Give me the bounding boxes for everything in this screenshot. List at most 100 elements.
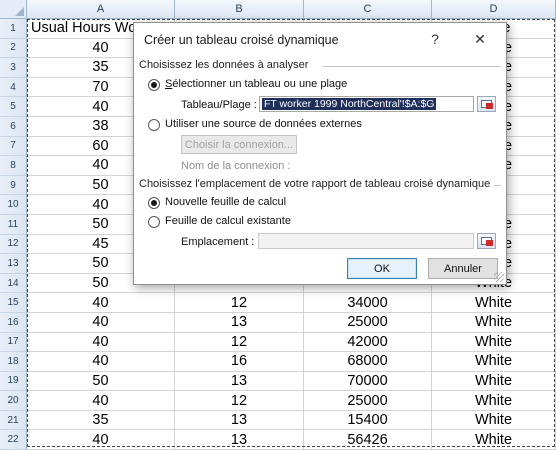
cell-d[interactable]: White — [432, 352, 556, 372]
cell-c[interactable]: 70000 — [304, 371, 432, 392]
location-input[interactable] — [258, 233, 474, 249]
cell-c[interactable]: 68000 — [304, 352, 432, 372]
row-header[interactable]: 10 — [0, 195, 27, 215]
help-button[interactable]: ? — [424, 29, 446, 49]
column-header-b[interactable]: B — [175, 0, 304, 19]
row-header[interactable]: 14 — [0, 273, 27, 294]
cell-d[interactable]: White — [432, 371, 556, 392]
cell-a[interactable]: 40 — [27, 332, 175, 353]
existing-worksheet-radio[interactable] — [148, 216, 160, 228]
new-worksheet-radio[interactable] — [148, 197, 160, 209]
data-source-heading: Choisissez les données à analyser — [139, 59, 309, 71]
cancel-button[interactable]: Annuler — [428, 258, 498, 279]
cell-a[interactable]: 40 — [27, 391, 175, 411]
cell-c[interactable]: 25000 — [304, 312, 432, 333]
table-row: 22 40 13 56426 White — [0, 430, 556, 450]
resize-grip[interactable] — [494, 272, 504, 282]
cell-b[interactable]: 13 — [175, 371, 304, 392]
section-divider — [322, 66, 501, 67]
existing-worksheet-label[interactable]: Feuille de calcul existante — [165, 215, 291, 227]
row-header[interactable]: 1 — [0, 19, 27, 39]
table-row: 15 40 12 34000 White — [0, 293, 556, 313]
cell-c[interactable]: 34000 — [304, 293, 432, 313]
table-row: 20 40 12 25000 White — [0, 391, 556, 411]
cell-b[interactable]: 13 — [175, 430, 304, 450]
column-header-a[interactable]: A — [27, 0, 175, 19]
range-input[interactable]: FT worker 1999 NorthCentral'!$A:$G — [259, 96, 474, 112]
cell-a[interactable]: 40 — [27, 312, 175, 333]
collapse-dialog-icon-marker — [486, 240, 493, 246]
cell-b[interactable]: 12 — [175, 332, 304, 353]
cell-c[interactable]: 56426 — [304, 430, 432, 450]
range-input-value: FT worker 1999 NorthCentral'!$A:$G — [262, 98, 437, 110]
row-header[interactable]: 7 — [0, 136, 27, 157]
row-header[interactable]: 2 — [0, 38, 27, 59]
select-table-label[interactable]: Sélectionner un tableau ou une plage — [165, 78, 347, 90]
cell-a[interactable]: 40 — [27, 430, 175, 450]
column-headers: A B C D — [27, 0, 556, 19]
external-source-radio[interactable] — [148, 119, 160, 131]
select-table-radio[interactable] — [148, 79, 160, 91]
range-label: Tableau/Plage : — [181, 99, 257, 111]
cell-b[interactable]: 12 — [175, 293, 304, 313]
table-row: 18 40 16 68000 White — [0, 352, 556, 372]
cell-a[interactable]: 50 — [27, 371, 175, 392]
create-pivottable-dialog: Créer un tableau croisé dynamique ? ✕ Ch… — [133, 22, 507, 285]
location-ref-button[interactable] — [477, 233, 496, 249]
row-header[interactable]: 20 — [0, 391, 27, 411]
cell-a[interactable]: 40 — [27, 293, 175, 313]
table-row: 21 35 13 15400 White — [0, 410, 556, 431]
cell-b[interactable]: 12 — [175, 391, 304, 411]
column-header-d[interactable]: D — [432, 0, 556, 19]
destination-heading: Choisissez l'emplacement de votre rappor… — [139, 178, 491, 190]
row-header[interactable]: 22 — [0, 430, 27, 450]
row-header[interactable]: 4 — [0, 77, 27, 98]
cell-a[interactable]: 35 — [27, 410, 175, 431]
cell-c[interactable]: 42000 — [304, 332, 432, 353]
row-header[interactable]: 21 — [0, 410, 27, 431]
column-header-c[interactable]: C — [304, 0, 432, 19]
row-header[interactable]: 18 — [0, 352, 27, 372]
row-header[interactable]: 11 — [0, 214, 27, 235]
cell-d[interactable]: White — [432, 410, 556, 431]
select-table-label-rest: électionner un tableau ou une plage — [172, 78, 348, 90]
dialog-titlebar[interactable]: Créer un tableau croisé dynamique ? ✕ — [134, 23, 506, 56]
new-worksheet-label[interactable]: Nouvelle feuille de calcul — [165, 196, 286, 208]
table-row: 19 50 13 70000 White — [0, 371, 556, 392]
row-header[interactable]: 3 — [0, 58, 27, 78]
range-ref-button[interactable] — [477, 96, 496, 112]
cell-d[interactable]: White — [432, 391, 556, 411]
cell-b[interactable]: 16 — [175, 352, 304, 372]
destination-section: Choisissez l'emplacement de votre rappor… — [139, 178, 501, 190]
row-header[interactable]: 16 — [0, 312, 27, 333]
section-divider — [494, 185, 501, 186]
row-header[interactable]: 12 — [0, 234, 27, 255]
row-header[interactable]: 17 — [0, 332, 27, 353]
external-source-label[interactable]: Utiliser une source de données externes — [165, 118, 362, 130]
cell-b[interactable]: 13 — [175, 410, 304, 431]
select-all-corner[interactable] — [0, 0, 27, 19]
row-header[interactable]: 19 — [0, 371, 27, 392]
cell-c[interactable]: 25000 — [304, 391, 432, 411]
row-header[interactable]: 6 — [0, 116, 27, 137]
cell-b[interactable]: 13 — [175, 312, 304, 333]
table-row: 17 40 12 42000 White — [0, 332, 556, 353]
cell-d[interactable]: White — [432, 293, 556, 313]
choose-connection-button: Choisir la connexion... — [181, 135, 297, 154]
cell-c[interactable]: 15400 — [304, 410, 432, 431]
table-row: 16 40 13 25000 White — [0, 312, 556, 333]
cell-d[interactable]: White — [432, 332, 556, 353]
row-header[interactable]: 15 — [0, 293, 27, 313]
ok-button[interactable]: OK — [347, 258, 417, 279]
row-header[interactable]: 13 — [0, 254, 27, 274]
row-header[interactable]: 8 — [0, 156, 27, 176]
row-header[interactable]: 5 — [0, 97, 27, 117]
close-button[interactable]: ✕ — [469, 29, 491, 49]
location-label: Emplacement : — [181, 236, 255, 248]
cell-d[interactable]: White — [432, 312, 556, 333]
dialog-title: Créer un tableau croisé dynamique — [144, 33, 339, 47]
row-header[interactable]: 9 — [0, 175, 27, 196]
connection-name-label: Nom de la connexion : — [181, 160, 291, 172]
cell-d[interactable]: White — [432, 430, 556, 450]
cell-a[interactable]: 40 — [27, 352, 175, 372]
